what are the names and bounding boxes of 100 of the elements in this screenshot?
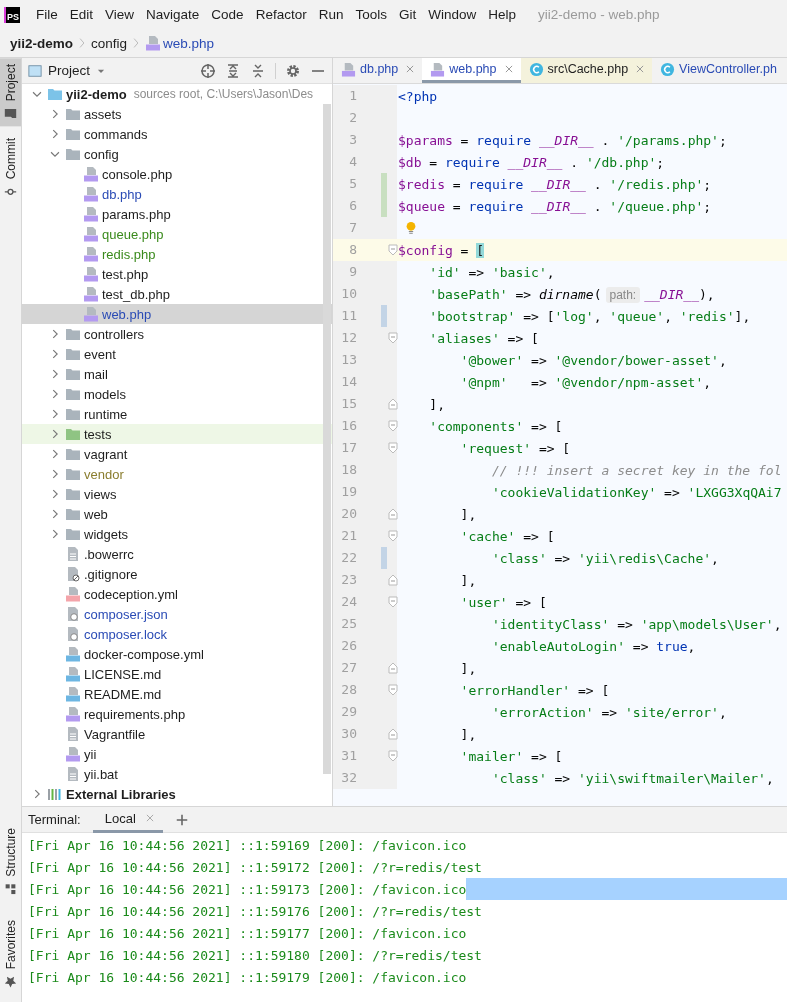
tree-item[interactable]: web.php <box>22 304 332 324</box>
menu-item[interactable]: Window <box>422 7 483 22</box>
tree-item[interactable]: External Libraries <box>22 784 332 804</box>
tree-item[interactable]: vendor <box>22 464 332 484</box>
tree-item[interactable]: console.php <box>22 164 332 184</box>
tree-item[interactable]: Vagrantfile <box>22 724 332 744</box>
fold-marker-icon[interactable] <box>387 398 399 410</box>
editor-tab[interactable]: db.php <box>333 58 423 83</box>
tool-window-tab[interactable]: Commit <box>0 132 21 205</box>
tree-item[interactable]: redis.php <box>22 244 332 264</box>
editor-tab[interactable]: ViewController.ph <box>652 58 784 83</box>
tree-item[interactable]: .bowerrc <box>22 544 332 564</box>
tree-item[interactable]: LICENSE.md <box>22 664 332 684</box>
tool-window-tab[interactable]: Project <box>0 58 21 127</box>
editor-tab[interactable]: src\Cache.php <box>520 58 653 83</box>
tree-item[interactable]: codeception.yml <box>22 584 332 604</box>
close-icon[interactable] <box>635 64 646 74</box>
change-marker[interactable] <box>381 547 387 569</box>
fold-marker-icon[interactable] <box>387 684 399 696</box>
tree-item[interactable]: mail <box>22 364 332 384</box>
fold-marker-icon[interactable] <box>387 442 399 454</box>
tree-item[interactable]: yii2-demo sources root, C:\Users\Jason\Des <box>22 84 332 104</box>
folder-icon <box>65 466 81 482</box>
change-marker[interactable] <box>381 173 387 195</box>
tree-item[interactable]: tests <box>22 424 332 444</box>
fold-marker-icon[interactable] <box>387 332 399 344</box>
fold-marker-icon[interactable] <box>387 750 399 762</box>
tool-window-tab[interactable]: Favorites <box>0 913 21 994</box>
tree-item[interactable]: vagrant <box>22 444 332 464</box>
tree-item[interactable]: composer.json <box>22 604 332 624</box>
code-line: 'mailer' => [ <box>459 748 563 764</box>
line-number: 3 <box>348 131 358 149</box>
menu-item[interactable]: View <box>99 7 141 22</box>
settings-icon[interactable] <box>285 62 301 79</box>
tree-item[interactable]: views <box>22 484 332 504</box>
fold-marker-icon[interactable] <box>387 244 399 256</box>
view-dropdown[interactable]: Project <box>28 63 107 78</box>
close-icon[interactable] <box>503 64 514 74</box>
tree-item[interactable]: requirements.php <box>22 704 332 724</box>
tree-item[interactable]: controllers <box>22 324 332 344</box>
tree-item[interactable]: widgets <box>22 524 332 544</box>
menu-item[interactable]: File <box>30 7 64 22</box>
menu-item[interactable]: Tools <box>349 7 393 22</box>
tree-item[interactable]: config <box>22 144 332 164</box>
tree-item[interactable]: docker-compose.yml <box>22 644 332 664</box>
locate-icon[interactable] <box>200 62 216 79</box>
tree-item[interactable]: yii <box>22 744 332 764</box>
menu-item[interactable]: Code <box>205 7 250 22</box>
fold-marker-icon[interactable] <box>387 728 399 740</box>
expand-all-icon[interactable] <box>225 62 241 79</box>
panel-title: Terminal: <box>28 812 81 827</box>
code-line: 'id' => 'basic', <box>428 264 555 280</box>
fold-marker-icon[interactable] <box>387 574 399 586</box>
tree-item[interactable]: models <box>22 384 332 404</box>
tree-item[interactable]: assets <box>22 104 332 124</box>
plus-icon[interactable] <box>174 812 189 827</box>
scrollbar[interactable] <box>323 104 331 774</box>
fold-marker-icon[interactable] <box>387 530 399 542</box>
code-line: ], <box>459 660 477 676</box>
change-marker[interactable] <box>381 305 387 327</box>
fold-marker-icon[interactable] <box>387 596 399 608</box>
line-number: 32 <box>340 769 358 787</box>
menu-item[interactable]: Help <box>482 7 522 22</box>
tool-window-tab[interactable]: Structure <box>0 821 21 902</box>
tree-item[interactable]: commands <box>22 124 332 144</box>
tree-item[interactable]: yii.bat <box>22 764 332 784</box>
menu-item[interactable]: Refactor <box>249 7 313 22</box>
breadcrumb-item[interactable]: yii2-demo <box>10 35 74 51</box>
tree-item[interactable]: event <box>22 344 332 364</box>
folder-icon <box>65 446 81 462</box>
close-icon[interactable] <box>144 813 155 823</box>
fold-marker-icon[interactable] <box>387 508 399 520</box>
tree-item[interactable]: db.php <box>22 184 332 204</box>
menu-item[interactable]: Edit <box>63 7 100 22</box>
lightbulb-icon[interactable] <box>404 220 418 236</box>
close-icon[interactable] <box>405 64 416 74</box>
menu-item[interactable]: Run <box>312 7 350 22</box>
tree-item[interactable]: .gitignore <box>22 564 332 584</box>
menu-item[interactable]: Git <box>392 7 423 22</box>
menu-item[interactable]: Navigate <box>140 7 206 22</box>
tree-item[interactable]: README.md <box>22 684 332 704</box>
terminal-tab[interactable]: Local <box>92 806 163 833</box>
editor-tab[interactable]: web.php <box>422 58 521 83</box>
line-number: 13 <box>340 351 358 369</box>
tree-item[interactable]: web <box>22 504 332 524</box>
fold-marker-icon[interactable] <box>387 420 399 432</box>
tree-item[interactable]: queue.php <box>22 224 332 244</box>
tree-item[interactable]: runtime <box>22 404 332 424</box>
breadcrumb-item[interactable]: web.php <box>145 35 215 51</box>
text-file-icon <box>65 546 81 562</box>
tree-item[interactable]: test.php <box>22 264 332 284</box>
tree-item[interactable]: params.php <box>22 204 332 224</box>
line-number: 6 <box>348 197 358 215</box>
php-file-icon <box>83 186 99 202</box>
fold-marker-icon[interactable] <box>387 662 399 674</box>
tree-item[interactable]: composer.lock <box>22 624 332 644</box>
tree-item[interactable]: test_db.php <box>22 284 332 304</box>
breadcrumb-item[interactable]: config <box>91 35 128 51</box>
collapse-all-icon[interactable] <box>250 62 266 79</box>
change-marker[interactable] <box>381 195 387 217</box>
